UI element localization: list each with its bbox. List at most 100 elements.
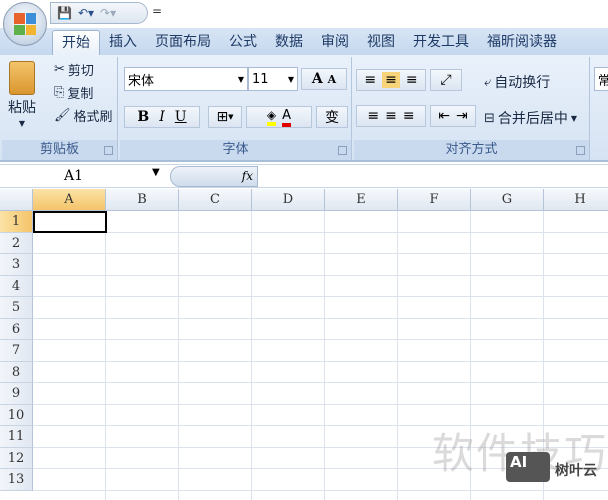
- row-header-5[interactable]: 5: [0, 297, 33, 319]
- scissors-icon: ✂: [54, 62, 65, 77]
- column-header-d[interactable]: D: [252, 189, 325, 211]
- ribbon-tabs: 开始 插入 页面布局 公式 数据 审阅 视图 开发工具 福昕阅读器: [0, 28, 608, 55]
- align-middle-icon[interactable]: ≡: [382, 72, 400, 88]
- tab-insert[interactable]: 插入: [100, 30, 146, 55]
- customize-qat-button[interactable]: =: [152, 4, 162, 18]
- row-header-7[interactable]: 7: [0, 340, 33, 362]
- alignment-group-label: 对齐方式: [354, 140, 589, 160]
- row-header-10[interactable]: 10: [0, 404, 33, 426]
- gridline: [33, 382, 608, 383]
- brush-icon: 🖌: [54, 108, 71, 123]
- phonetic-guide-button[interactable]: 变: [316, 106, 348, 128]
- column-header-e[interactable]: E: [325, 189, 398, 211]
- align-bottom-icon[interactable]: ≡: [406, 72, 418, 88]
- gridline: [178, 211, 179, 500]
- tab-formulas[interactable]: 公式: [220, 30, 266, 55]
- font-name-select[interactable]: 宋体 ▼: [124, 67, 248, 91]
- tab-data[interactable]: 数据: [266, 30, 312, 55]
- alignment-dialog-launcher[interactable]: [576, 146, 585, 155]
- format-painter-button[interactable]: 🖌 格式刷: [54, 106, 113, 125]
- office-button[interactable]: [3, 2, 47, 46]
- column-header-h[interactable]: H: [544, 189, 608, 211]
- gridline: [33, 360, 608, 362]
- font-color-button[interactable]: A: [282, 108, 292, 127]
- tab-review[interactable]: 审阅: [312, 30, 358, 55]
- wrap-text-icon: ⤶: [484, 74, 492, 90]
- insert-function-button[interactable]: fx: [170, 166, 258, 187]
- font-dialog-launcher[interactable]: [338, 146, 347, 155]
- column-header-g[interactable]: G: [471, 189, 544, 211]
- number-format-select[interactable]: 常: [594, 67, 608, 91]
- column-header-a[interactable]: A: [33, 189, 106, 211]
- chevron-down-icon: ▼: [237, 74, 244, 84]
- align-center-icon[interactable]: ≡: [385, 108, 397, 124]
- column-header-b[interactable]: B: [106, 189, 179, 211]
- row-header-12[interactable]: 12: [0, 447, 33, 469]
- decrease-indent-icon[interactable]: ⇤: [438, 108, 450, 124]
- copy-button[interactable]: ⎘ 复制: [54, 83, 93, 102]
- row-header-1[interactable]: 1: [0, 211, 33, 233]
- redo-icon[interactable]: ↷▾: [100, 6, 116, 20]
- vertical-align-buttons: ≡ ≡ ≡: [356, 69, 426, 91]
- tab-foxit-reader[interactable]: 福昕阅读器: [478, 30, 566, 55]
- formula-input[interactable]: [260, 165, 608, 187]
- active-cell-a1[interactable]: [33, 211, 107, 233]
- indent-buttons: ⇤ ⇥: [430, 105, 476, 127]
- gridline: [324, 211, 325, 500]
- row-header-6[interactable]: 6: [0, 318, 33, 340]
- row-header-2[interactable]: 2: [0, 232, 33, 254]
- gridline: [33, 403, 608, 405]
- paste-icon: [9, 61, 35, 95]
- grow-font-button[interactable]: A: [312, 71, 323, 87]
- paste-button[interactable]: 粘贴 ▼: [8, 61, 36, 128]
- gridline: [33, 317, 608, 319]
- row-header-8[interactable]: 8: [0, 361, 33, 383]
- gridline: [33, 274, 608, 276]
- horizontal-align-buttons: ≡ ≡ ≡: [356, 105, 426, 127]
- row-header-13[interactable]: 13: [0, 469, 33, 491]
- shrink-font-button[interactable]: A: [328, 73, 337, 86]
- tab-view[interactable]: 视图: [358, 30, 404, 55]
- tab-home[interactable]: 开始: [52, 30, 100, 55]
- chevron-down-icon: ▼: [18, 119, 26, 128]
- quick-access-toolbar: 💾 ↶▾ ↷▾: [50, 2, 148, 24]
- select-all-button[interactable]: [0, 189, 33, 211]
- name-box[interactable]: A1: [2, 166, 166, 187]
- orientation-button[interactable]: ⤢: [430, 69, 462, 91]
- undo-icon[interactable]: ↶▾: [78, 6, 94, 20]
- tab-developer[interactable]: 开发工具: [404, 30, 478, 55]
- gridline: [33, 339, 608, 340]
- color-buttons: ◈ A: [246, 106, 312, 128]
- font-size-select[interactable]: 11 ▼: [248, 67, 298, 91]
- wrap-text-button[interactable]: ⤶ 自动换行: [484, 72, 550, 92]
- font-group-label: 字体: [120, 140, 351, 160]
- cut-button[interactable]: ✂ 剪切: [54, 60, 94, 79]
- clipboard-dialog-launcher[interactable]: [104, 146, 113, 155]
- formula-bar: A1 ▼ fx: [0, 164, 608, 188]
- chevron-down-icon[interactable]: ▼: [152, 167, 160, 178]
- save-icon[interactable]: 💾: [57, 6, 72, 20]
- border-icon: ⊞: [216, 109, 229, 125]
- office-logo-icon: [14, 13, 36, 35]
- row-header-4[interactable]: 4: [0, 275, 33, 297]
- align-left-icon[interactable]: ≡: [367, 108, 379, 124]
- row-header-9[interactable]: 9: [0, 383, 33, 405]
- column-header-f[interactable]: F: [398, 189, 471, 211]
- chevron-down-icon: ▼: [287, 74, 294, 84]
- copy-icon: ⎘: [54, 85, 65, 100]
- italic-button[interactable]: I: [159, 109, 165, 125]
- borders-button[interactable]: ⊞ ▼: [208, 106, 242, 128]
- column-header-c[interactable]: C: [179, 189, 252, 211]
- underline-button[interactable]: U: [175, 109, 187, 125]
- orientation-icon: ⤢: [440, 72, 452, 88]
- font-group: 宋体 ▼ 11 ▼ A A B I U ⊞ ▼ ◈ A 变 字体: [120, 57, 352, 160]
- align-right-icon[interactable]: ≡: [403, 108, 415, 124]
- align-top-icon[interactable]: ≡: [364, 72, 376, 88]
- bold-button[interactable]: B: [137, 109, 149, 125]
- tab-page-layout[interactable]: 页面布局: [146, 30, 220, 55]
- row-header-11[interactable]: 11: [0, 426, 33, 448]
- fill-color-icon[interactable]: ◈: [266, 108, 277, 126]
- increase-indent-icon[interactable]: ⇥: [456, 108, 468, 124]
- row-header-3[interactable]: 3: [0, 254, 33, 276]
- merge-center-button[interactable]: ⊟ 合并后居中 ▼: [484, 108, 577, 128]
